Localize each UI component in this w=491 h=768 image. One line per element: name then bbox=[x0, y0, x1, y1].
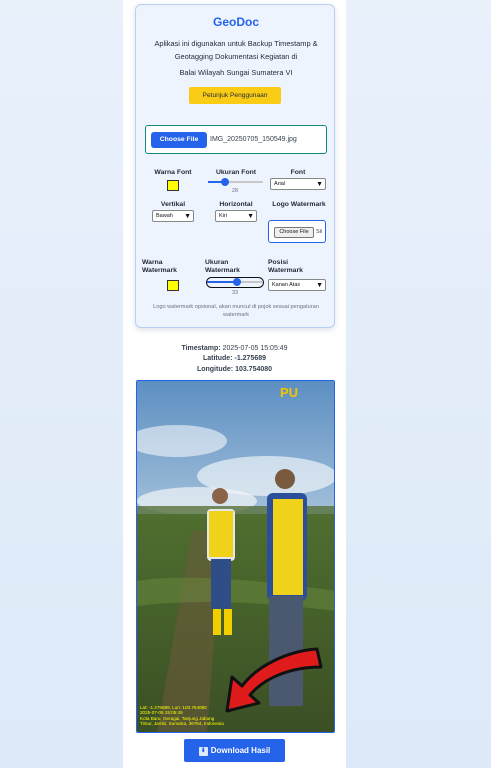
wm-color-label: Warna Watermark bbox=[142, 259, 177, 274]
guide-button[interactable]: Petunjuk Penggunaan bbox=[189, 87, 281, 104]
vertical-value: Bawah bbox=[156, 213, 173, 219]
chevron-down-icon: ▼ bbox=[316, 282, 323, 289]
app-description: Aplikasi ini digunakan untuk Backup Time… bbox=[154, 39, 318, 61]
wm-size-label: Ukuran Watermark bbox=[205, 259, 240, 274]
photo-file-input[interactable]: Choose File IMG_20250705_150549.jpg bbox=[145, 125, 327, 154]
logo-watermark-label: Logo Watermark bbox=[272, 201, 326, 208]
wm-position-value: Kanan Atas bbox=[272, 282, 301, 288]
org-name: Balai Wilayah Sungai Sumatera VI bbox=[179, 68, 293, 77]
logo-choose-file-button[interactable]: Choose File bbox=[274, 227, 314, 238]
chevron-down-icon: ▼ bbox=[247, 213, 254, 220]
font-size-value: 28 bbox=[231, 188, 239, 194]
result-photo: PU Lat: -1.275689, Lon: 103.754080 2025-… bbox=[136, 380, 335, 733]
wm-position-label: Posisi Watermark bbox=[268, 259, 303, 274]
wm-size-slider[interactable] bbox=[206, 277, 264, 288]
latitude-line: Latitude: -1.275689 bbox=[202, 355, 267, 362]
font-color-picker[interactable] bbox=[167, 180, 179, 191]
font-family-select[interactable]: Arial ▼ bbox=[270, 178, 326, 190]
logo-file-input[interactable]: Choose File Sli bbox=[268, 220, 326, 243]
selected-file-name: IMG_20250705_150549.jpg bbox=[210, 136, 297, 143]
horizontal-value: Kiri bbox=[219, 213, 227, 219]
logo-file-status: Sli bbox=[316, 229, 323, 235]
longitude-line: Longitude: 103.754080 bbox=[196, 366, 273, 373]
timestamp-line: Timestamp: 2025-07-05 15:05:49 bbox=[181, 345, 288, 352]
app-title: GeoDoc bbox=[212, 15, 259, 29]
pu-logo: PU bbox=[280, 385, 298, 400]
font-size-slider[interactable] bbox=[208, 177, 263, 187]
font-family-value: Arial bbox=[274, 181, 286, 187]
vertical-select[interactable]: Bawah ▼ bbox=[152, 210, 194, 222]
font-color-label: Warna Font bbox=[154, 169, 192, 176]
photo-overlay-text: Lat: -1.275689, Lon: 103.754080 2025-07-… bbox=[140, 704, 224, 727]
download-icon: ⬇ bbox=[198, 747, 208, 756]
wm-size-value: 33 bbox=[231, 290, 239, 296]
vertical-label: Vertikal bbox=[160, 201, 186, 208]
download-button[interactable]: ⬇ Download Hasil bbox=[184, 739, 285, 762]
settings-card: GeoDoc Aplikasi ini digunakan untuk Back… bbox=[135, 4, 335, 328]
choose-file-button[interactable]: Choose File bbox=[151, 132, 207, 148]
horizontal-label: Horizontal bbox=[219, 201, 253, 208]
horizontal-select[interactable]: Kiri ▼ bbox=[215, 210, 257, 222]
wm-color-picker[interactable] bbox=[167, 280, 179, 291]
logo-note: Logo watermark opsional, akan muncul di … bbox=[153, 304, 319, 318]
chevron-down-icon: ▼ bbox=[184, 213, 191, 220]
wm-position-select[interactable]: Kanan Atas ▼ bbox=[268, 279, 326, 291]
chevron-down-icon: ▼ bbox=[316, 181, 323, 188]
font-size-label: Ukuran Font bbox=[215, 169, 257, 176]
font-family-label: Font bbox=[290, 169, 306, 176]
